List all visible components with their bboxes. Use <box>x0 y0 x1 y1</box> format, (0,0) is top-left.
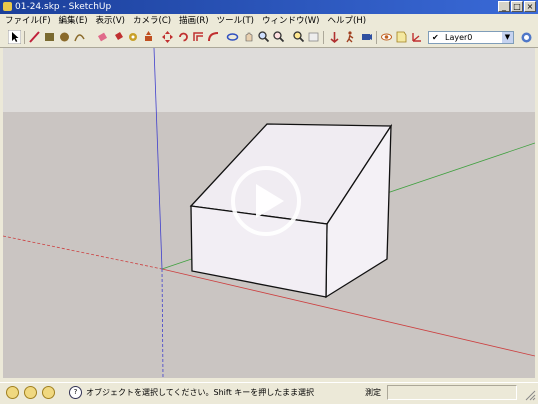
zoom-window-icon[interactable] <box>272 30 285 44</box>
circle-icon[interactable] <box>58 30 71 44</box>
walk-icon[interactable] <box>344 30 357 44</box>
current-layer-name: Layer0 <box>445 33 473 42</box>
menu-tools[interactable]: ツール(T) <box>212 14 257 28</box>
move-icon[interactable] <box>161 30 174 44</box>
menu-help[interactable]: ヘルプ(H) <box>323 14 370 28</box>
position-camera-icon[interactable] <box>360 30 373 44</box>
maximize-button[interactable]: □ <box>511 1 523 12</box>
section-icon[interactable] <box>328 30 341 44</box>
line-icon[interactable] <box>28 30 41 44</box>
drawing-viewport[interactable] <box>3 48 535 378</box>
main-toolbar: ✔ Layer0 ▼ <box>0 28 538 48</box>
close-button[interactable]: × <box>524 1 536 12</box>
layer-manager-icon[interactable] <box>520 31 533 44</box>
user-icon[interactable] <box>42 386 55 399</box>
pan-icon[interactable] <box>242 30 255 44</box>
window-controls: _ □ × <box>498 1 536 12</box>
look-around-icon[interactable] <box>380 30 393 44</box>
measurements-label: 測定 <box>365 388 381 397</box>
credits-icon[interactable] <box>24 386 37 399</box>
orbit-icon[interactable] <box>226 30 239 44</box>
status-bar: ? オブジェクトを選択してください。Shift キーを押したまま選択 測定 <box>0 382 538 404</box>
previous-view-icon[interactable] <box>307 30 320 44</box>
rotate-icon[interactable] <box>177 30 190 44</box>
arc-icon[interactable] <box>73 30 86 44</box>
eraser-icon[interactable] <box>96 30 109 44</box>
title-bar: 01-24.skp - SketchUp _ □ × <box>0 0 538 14</box>
paint-bucket-icon[interactable] <box>112 30 125 44</box>
toolbar-separator <box>376 31 377 44</box>
current-layer-check-icon: ✔ <box>432 33 439 42</box>
menu-bar: ファイル(F) 編集(E) 表示(V) カメラ(C) 描画(R) ツール(T) … <box>0 14 538 28</box>
offset-icon[interactable] <box>192 30 205 44</box>
axes-icon[interactable] <box>410 30 423 44</box>
menu-window[interactable]: ウィンドウ(W) <box>257 14 323 28</box>
resize-grip-icon[interactable] <box>522 385 536 401</box>
rectangle-icon[interactable] <box>43 30 56 44</box>
zoom-icon[interactable] <box>257 30 270 44</box>
follow-me-icon[interactable] <box>207 30 220 44</box>
tape-measure-icon[interactable] <box>127 30 140 44</box>
menu-draw[interactable]: 描画(R) <box>174 14 212 28</box>
status-message: オブジェクトを選択してください。Shift キーを押したまま選択 <box>86 388 315 397</box>
geo-location-icon[interactable] <box>6 386 19 399</box>
text-icon[interactable] <box>395 30 408 44</box>
push-pull-icon[interactable] <box>142 30 155 44</box>
help-icon[interactable]: ? <box>69 386 82 399</box>
toolbar-separator <box>24 31 25 44</box>
zoom-extents-icon[interactable] <box>292 30 305 44</box>
window-title: 01-24.skp - SketchUp <box>15 2 112 12</box>
layer-dropdown[interactable]: ✔ Layer0 ▼ <box>428 31 514 44</box>
menu-view[interactable]: 表示(V) <box>91 14 128 28</box>
measurements-input[interactable] <box>387 385 517 400</box>
sketchup-app-icon <box>3 2 12 11</box>
toolbar-separator <box>323 31 324 44</box>
sky-background <box>3 48 535 112</box>
menu-file[interactable]: ファイル(F) <box>0 14 54 28</box>
minimize-button[interactable]: _ <box>498 1 510 12</box>
menu-camera[interactable]: カメラ(C) <box>128 14 174 28</box>
select-icon[interactable] <box>8 30 21 44</box>
menu-edit[interactable]: 編集(E) <box>54 14 91 28</box>
chevron-down-icon[interactable]: ▼ <box>502 32 513 43</box>
